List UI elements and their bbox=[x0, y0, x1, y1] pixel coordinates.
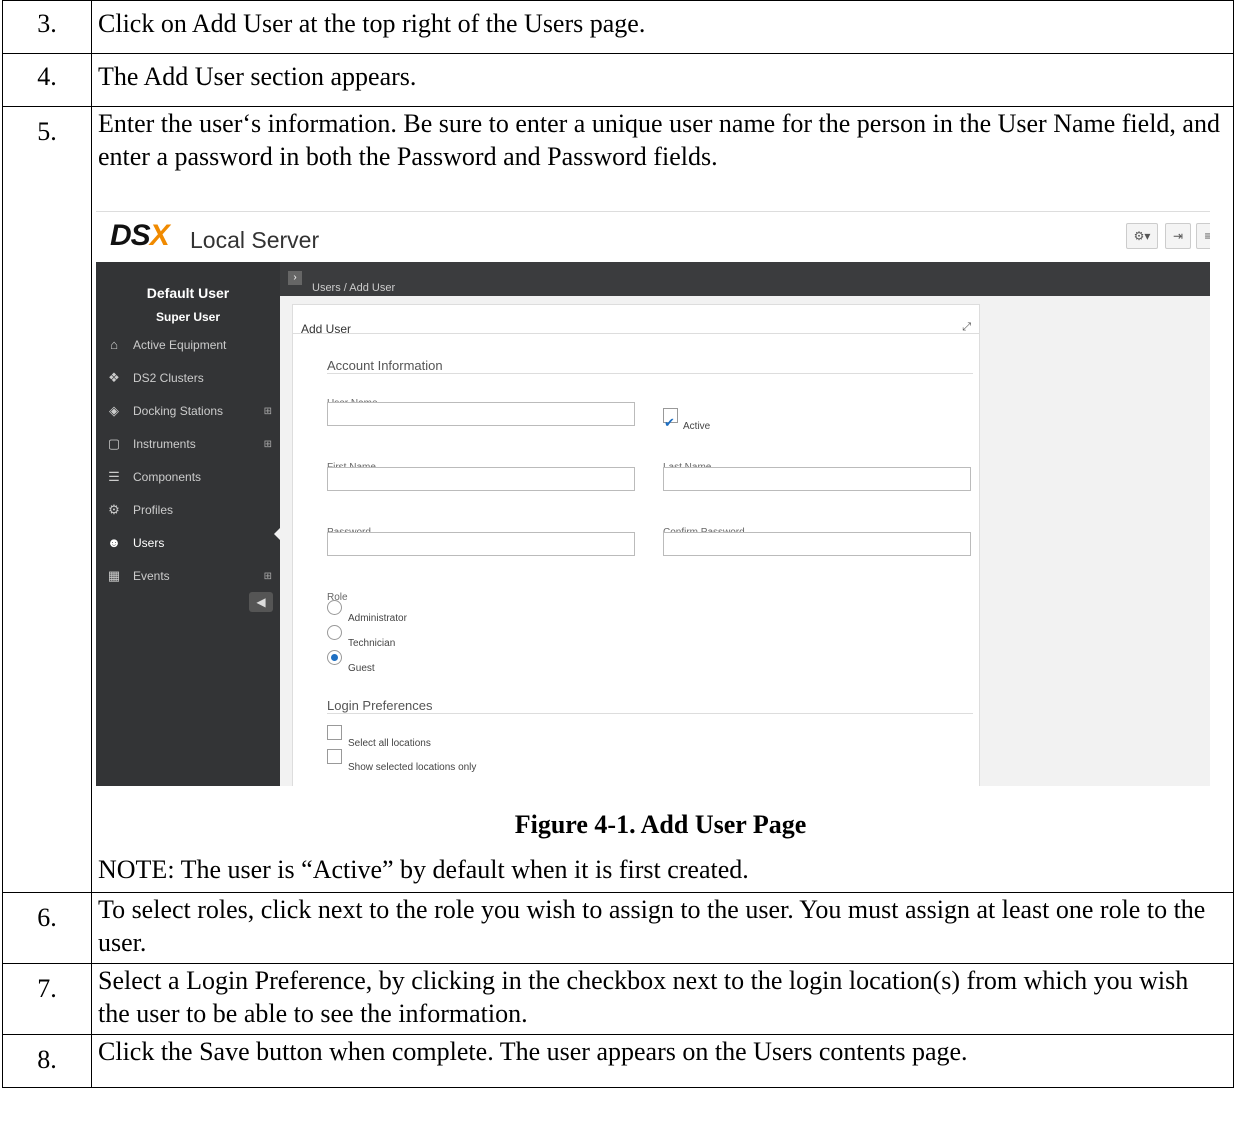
select-all-locations-checkbox[interactable] bbox=[327, 725, 342, 740]
step-number: 8. bbox=[2, 1034, 92, 1088]
panel-title: Add User bbox=[301, 322, 352, 336]
password-input[interactable] bbox=[327, 532, 635, 556]
step-text: Click on Add User at the top right of th… bbox=[91, 0, 1234, 54]
active-label: Active bbox=[683, 421, 711, 432]
expand-icon[interactable]: ⤢ bbox=[962, 311, 971, 344]
step-number: 5. bbox=[2, 106, 92, 893]
sidebar: Default User Super User ⌂ Active Equipmen… bbox=[96, 262, 280, 786]
step-number: 7. bbox=[2, 963, 92, 1035]
settings-dropdown-button[interactable]: ⚙▾ bbox=[1126, 223, 1158, 249]
active-checkbox[interactable] bbox=[663, 406, 678, 439]
sidebar-item-active-equipment[interactable]: ⌂ Active Equipment bbox=[96, 320, 280, 353]
collapse-sidebar-button[interactable]: ◀ bbox=[249, 592, 273, 612]
step-row: 4. The Add User section appears. bbox=[2, 53, 1234, 107]
step-row: 8. Click the Save button when complete. … bbox=[2, 1034, 1234, 1088]
first-name-input[interactable] bbox=[327, 467, 635, 491]
role-radio-administrator[interactable] bbox=[327, 600, 342, 615]
add-user-panel: Add User ⤢ Account Information User Name… bbox=[292, 304, 980, 786]
breadcrumb-bar: › Users / Add User bbox=[280, 262, 1210, 296]
step-number: 6. bbox=[2, 892, 92, 964]
role-radio-technician[interactable] bbox=[327, 625, 342, 640]
step-row: 7. Select a Login Preference, by clickin… bbox=[2, 963, 1234, 1035]
show-selected-locations-checkbox[interactable] bbox=[327, 749, 342, 764]
step-number: 4. bbox=[2, 53, 92, 107]
sidebar-item-label: Events bbox=[133, 569, 170, 583]
step-text: Click the Save button when complete. The… bbox=[91, 1034, 1234, 1088]
sidebar-item-instruments[interactable]: ▢ Instruments ⊞ bbox=[96, 419, 280, 452]
role-radio-guest[interactable] bbox=[327, 650, 342, 665]
logo-x: X bbox=[149, 219, 170, 252]
sidebar-toggle-button[interactable]: › bbox=[288, 271, 302, 285]
step-row: 6. To select roles, click next to the ro… bbox=[2, 892, 1234, 964]
menu-button[interactable]: ≡ bbox=[1196, 223, 1210, 249]
step-content: Enter the user‘s information. Be sure to… bbox=[91, 106, 1234, 893]
step-text: The Add User section appears. bbox=[91, 53, 1234, 107]
divider bbox=[327, 713, 973, 714]
step-text: Enter the user‘s information. Be sure to… bbox=[98, 109, 1220, 171]
divider bbox=[327, 373, 973, 374]
app-title: Local Server bbox=[190, 227, 320, 253]
confirm-password-input[interactable] bbox=[663, 532, 971, 556]
user-name-input[interactable] bbox=[327, 402, 635, 426]
step-text: Select a Login Preference, by clicking i… bbox=[91, 963, 1234, 1035]
calendar-icon: ▦ bbox=[107, 568, 121, 583]
expand-icon[interactable]: ⊞ bbox=[264, 560, 272, 593]
sidebar-item-ds2-clusters[interactable]: ❖ DS2 Clusters bbox=[96, 353, 280, 386]
logout-button[interactable]: ⇥ bbox=[1165, 223, 1191, 249]
add-user-screenshot: DSX DOCKING STATION Local Server ⚙▾ ⇥ ≡ … bbox=[96, 211, 1210, 786]
sidebar-item-docking-stations[interactable]: ◈ Docking Stations ⊞ bbox=[96, 386, 280, 419]
sidebar-item-components[interactable]: ☰ Components bbox=[96, 452, 280, 485]
sidebar-item-users[interactable]: ☻ Users bbox=[96, 518, 280, 551]
content-area: Add User ⤢ Account Information User Name… bbox=[280, 296, 1210, 786]
step-row: 5. Enter the user‘s information. Be sure… bbox=[2, 106, 1234, 893]
dsx-logo: DSX bbox=[110, 219, 170, 252]
step-row: 3. Click on Add User at the top right of… bbox=[2, 0, 1234, 54]
step-text: To select roles, click next to the role … bbox=[91, 892, 1234, 964]
figure-note: NOTE: The user is “Active” by default wh… bbox=[98, 855, 749, 884]
procedure-table: 3. Click on Add User at the top right of… bbox=[2, 0, 1234, 1088]
figure-caption: Figure 4-1. Add User Page bbox=[514, 810, 807, 839]
panel-header: Add User ⤢ bbox=[293, 305, 979, 336]
show-selected-locations-label: Show selected locations only bbox=[348, 762, 477, 773]
login-preferences-heading: Login Preferences bbox=[327, 698, 433, 713]
sidebar-item-events[interactable]: ▦ Events ⊞ bbox=[96, 551, 280, 584]
last-name-input[interactable] bbox=[663, 467, 971, 491]
step-number: 3. bbox=[2, 0, 92, 54]
app-header: DSX DOCKING STATION Local Server ⚙▾ ⇥ ≡ bbox=[96, 212, 1210, 270]
sidebar-item-profiles[interactable]: ⚙ Profiles bbox=[96, 485, 280, 518]
role-option-label: Guest bbox=[348, 663, 375, 674]
logo-ds: DS bbox=[110, 219, 151, 252]
account-info-heading: Account Information bbox=[327, 358, 443, 373]
